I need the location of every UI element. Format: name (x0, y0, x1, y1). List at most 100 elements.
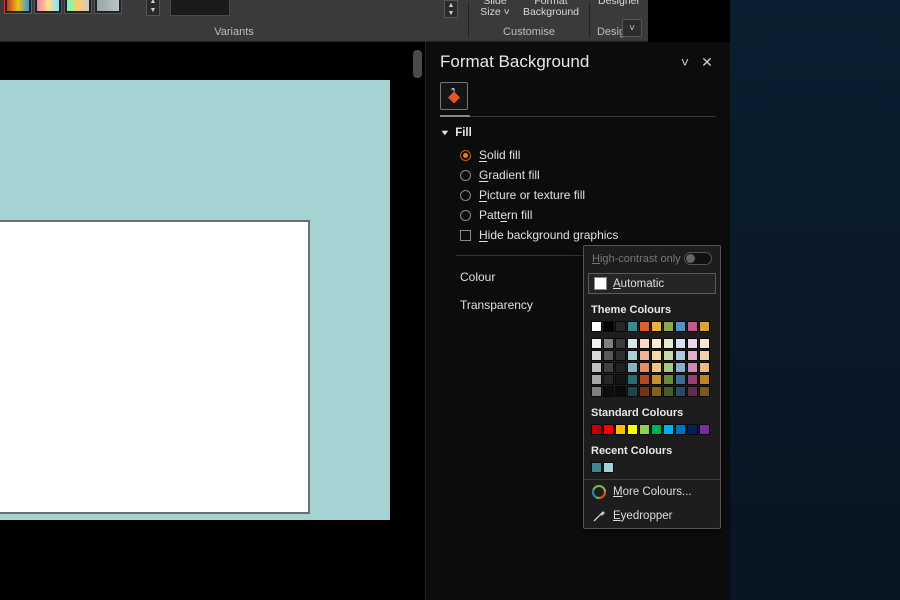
slide[interactable]: H DECK son (0, 220, 310, 514)
colour-swatch[interactable] (687, 374, 698, 385)
colour-swatch[interactable] (699, 321, 710, 332)
ribbon-collapse-button[interactable]: ˅ (622, 19, 642, 37)
automatic-colour-button[interactable]: Automatic (588, 273, 716, 294)
radio-icon (460, 150, 471, 161)
colour-swatch[interactable] (651, 321, 662, 332)
colour-swatch[interactable] (651, 350, 662, 361)
colour-swatch[interactable] (603, 338, 614, 349)
fill-option-picture[interactable]: Picture or texture fill (460, 185, 730, 205)
colour-swatch[interactable] (627, 386, 638, 397)
high-contrast-toggle-row[interactable]: High-contrast only (584, 246, 720, 271)
colour-swatch[interactable] (591, 321, 602, 332)
format-background-button[interactable]: Format Background (518, 0, 584, 18)
colour-swatch[interactable] (627, 350, 638, 361)
colour-swatch[interactable] (663, 424, 674, 435)
fill-option-solid[interactable]: Solid fill (460, 145, 730, 165)
fill-option-gradient[interactable]: Gradient fill (460, 165, 730, 185)
colour-swatch[interactable] (687, 338, 698, 349)
colour-swatch[interactable] (603, 424, 614, 435)
colour-swatch[interactable] (591, 338, 602, 349)
colour-swatch[interactable] (615, 362, 626, 373)
variant-preview-more-button[interactable]: ▲▼ (444, 0, 458, 18)
pane-options-button[interactable]: ˅ (674, 54, 696, 70)
colour-swatch[interactable] (663, 338, 674, 349)
colour-swatch[interactable] (687, 321, 698, 332)
colour-swatch[interactable] (699, 386, 710, 397)
colour-swatch[interactable] (591, 374, 602, 385)
colour-swatch[interactable] (663, 321, 674, 332)
more-colours-button[interactable]: More Colours... (584, 480, 720, 504)
colour-swatch[interactable] (687, 424, 698, 435)
colour-swatch[interactable] (603, 462, 614, 473)
colour-swatch[interactable] (627, 362, 638, 373)
colour-swatch[interactable] (651, 362, 662, 373)
colour-swatch[interactable] (651, 424, 662, 435)
colour-swatch[interactable] (639, 321, 650, 332)
fill-option-pattern[interactable]: Pattern fill (460, 205, 730, 225)
colour-swatch[interactable] (687, 362, 698, 373)
colour-swatch[interactable] (639, 386, 650, 397)
colour-swatch[interactable] (663, 374, 674, 385)
toggle-icon[interactable] (684, 252, 712, 265)
colour-swatch[interactable] (627, 374, 638, 385)
colour-swatch[interactable] (675, 362, 686, 373)
colour-swatch[interactable] (651, 374, 662, 385)
colour-swatch[interactable] (699, 338, 710, 349)
colour-swatch[interactable] (687, 386, 698, 397)
designer-button[interactable]: Designer (594, 0, 644, 7)
colour-swatch[interactable] (675, 321, 686, 332)
colour-swatch[interactable] (699, 424, 710, 435)
colour-swatch[interactable] (651, 386, 662, 397)
colour-swatch[interactable] (615, 321, 626, 332)
colour-swatch[interactable] (627, 424, 638, 435)
fill-option-hide-graphics[interactable]: Hide background graphics (460, 225, 730, 245)
colour-swatch[interactable] (675, 338, 686, 349)
colour-swatch[interactable] (603, 321, 614, 332)
colour-swatch[interactable] (591, 350, 602, 361)
colour-wheel-icon (592, 485, 606, 499)
colour-swatch[interactable] (651, 338, 662, 349)
colour-swatch[interactable] (603, 386, 614, 397)
colour-swatch[interactable] (663, 362, 674, 373)
colour-swatch[interactable] (675, 424, 686, 435)
colour-swatch[interactable] (639, 374, 650, 385)
colour-swatch[interactable] (639, 362, 650, 373)
variant-gallery-more-button[interactable]: ▲▼ (146, 0, 160, 16)
colour-swatch[interactable] (615, 386, 626, 397)
colour-swatch[interactable] (615, 338, 626, 349)
colour-swatch[interactable] (639, 338, 650, 349)
variant-preview[interactable] (170, 0, 230, 16)
colour-swatch[interactable] (699, 362, 710, 373)
fill-section-header[interactable]: ▾ Fill (426, 117, 730, 143)
colour-swatch[interactable] (615, 350, 626, 361)
colour-swatch[interactable] (699, 350, 710, 361)
colour-swatch[interactable] (591, 386, 602, 397)
colour-swatch[interactable] (627, 338, 638, 349)
colour-swatch[interactable] (591, 462, 602, 473)
colour-swatch[interactable] (615, 374, 626, 385)
colour-swatch[interactable] (675, 386, 686, 397)
fill-tab-icon[interactable] (440, 82, 468, 110)
colour-swatch[interactable] (615, 424, 626, 435)
colour-swatch[interactable] (663, 350, 674, 361)
eyedropper-button[interactable]: Eyedropper (584, 504, 720, 528)
colour-swatch[interactable] (675, 350, 686, 361)
slide-size-button[interactable]: Slide Size ˅ (474, 0, 516, 18)
ribbon-variants-group: ▲▼ ▲▼ Variants (0, 0, 468, 41)
colour-swatch[interactable] (663, 386, 674, 397)
colour-swatch[interactable] (591, 362, 602, 373)
colour-swatch[interactable] (627, 321, 638, 332)
pane-close-button[interactable]: ✕ (696, 54, 718, 71)
colour-swatch[interactable] (699, 374, 710, 385)
colour-swatch[interactable] (675, 374, 686, 385)
slide-canvas[interactable]: H DECK son (0, 80, 390, 520)
pane-scroll-indicator[interactable] (413, 50, 423, 90)
colour-swatch[interactable] (687, 350, 698, 361)
colour-swatch[interactable] (639, 424, 650, 435)
variant-gallery[interactable] (4, 0, 144, 18)
colour-swatch[interactable] (603, 350, 614, 361)
colour-swatch[interactable] (603, 374, 614, 385)
colour-swatch[interactable] (639, 350, 650, 361)
colour-swatch[interactable] (591, 424, 602, 435)
colour-swatch[interactable] (603, 362, 614, 373)
